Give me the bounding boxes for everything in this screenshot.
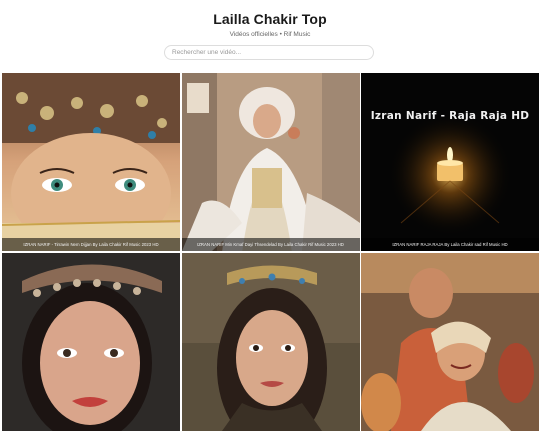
video-grid: IZRAN NARIF - Tirrawin Nem Dijjan By Lai… bbox=[2, 73, 539, 431]
video-thumbnail-5 bbox=[181, 252, 360, 431]
video-card-2[interactable]: IZRAN NARIF Min Kmaf Dayi Thsendelad By … bbox=[181, 73, 360, 251]
video-card-1[interactable]: IZRAN NARIF - Tirrawin Nem Dijjan By Lai… bbox=[2, 73, 180, 251]
video-caption-3: IZRAN NARIF RAJA RAJA By Laila Chakir sa… bbox=[361, 238, 539, 251]
video-overlay-title-3: Izran Narif - Raja Raja HD bbox=[370, 110, 530, 122]
video-card-5[interactable] bbox=[181, 252, 360, 431]
search-input[interactable] bbox=[164, 45, 374, 60]
video-thumbnail-3 bbox=[361, 73, 539, 251]
video-thumbnail-1 bbox=[2, 73, 180, 251]
video-card-4[interactable] bbox=[2, 252, 180, 431]
video-card-3[interactable]: Izran Narif - Raja Raja HD IZRAN NARIF R… bbox=[361, 73, 539, 251]
video-card-6[interactable] bbox=[361, 252, 539, 431]
page-title: Lailla Chakir Top bbox=[213, 11, 327, 27]
video-thumbnail-6 bbox=[361, 252, 539, 431]
page-header: Lailla Chakir Top Vidéos officielles • R… bbox=[0, 0, 540, 72]
video-thumbnail-2 bbox=[181, 73, 360, 251]
video-caption-2: IZRAN NARIF Min Kmaf Dayi Thsendelad By … bbox=[181, 238, 360, 251]
video-thumbnail-4 bbox=[2, 252, 180, 431]
page-subtitle: Vidéos officielles • Rif Music bbox=[229, 31, 311, 38]
video-caption-1: IZRAN NARIF - Tirrawin Nem Dijjan By Lai… bbox=[2, 238, 180, 251]
